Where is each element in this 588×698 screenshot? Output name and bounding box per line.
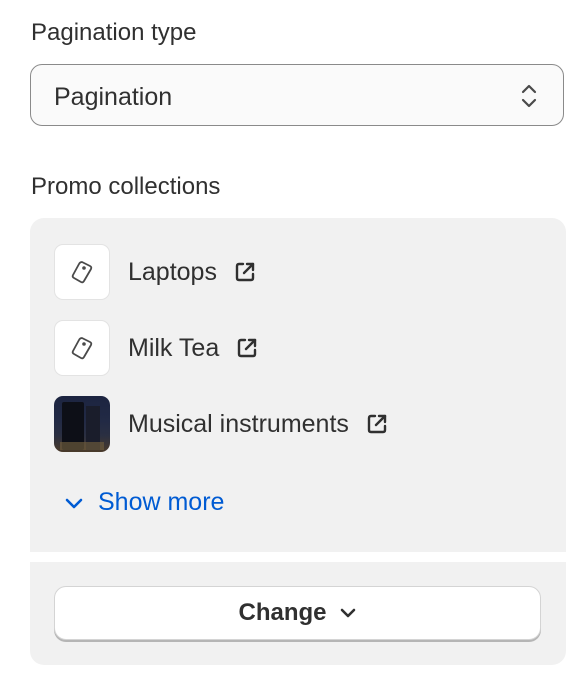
external-link-icon[interactable]: [233, 260, 257, 284]
settings-panel: Pagination type Pagination Promo collect…: [0, 0, 588, 698]
collection-item-musical-instruments[interactable]: Musical instruments: [54, 395, 389, 453]
show-more-label: Show more: [98, 488, 225, 516]
collection-item-milk-tea[interactable]: Milk Tea: [54, 319, 259, 377]
thumbnail-glow-shape: [60, 442, 104, 450]
collection-thumbnail: [54, 244, 110, 300]
chevron-down-icon: [65, 498, 83, 508]
promo-collections-label: Promo collections: [31, 173, 221, 200]
pagination-type-select[interactable]: Pagination: [30, 64, 564, 126]
external-link-icon[interactable]: [365, 412, 389, 436]
chevron-down-icon: [340, 608, 355, 618]
collection-thumbnail: [54, 320, 110, 376]
tag-icon: [71, 337, 93, 360]
promo-collections-card: Laptops Milk Tea Musical instruments Sho…: [30, 218, 566, 665]
select-arrows-icon: [521, 84, 537, 108]
show-more-button[interactable]: Show more: [64, 488, 224, 517]
collection-item-laptops[interactable]: Laptops: [54, 243, 257, 301]
collection-item-label: Milk Tea: [128, 333, 220, 362]
collection-item-label: Musical instruments: [128, 409, 349, 438]
tag-icon: [71, 261, 93, 284]
collection-item-label: Laptops: [128, 257, 217, 286]
pagination-type-value: Pagination: [54, 83, 173, 111]
external-link-icon[interactable]: [235, 336, 259, 360]
pagination-type-label: Pagination type: [31, 19, 197, 46]
change-button[interactable]: Change: [54, 586, 541, 640]
change-button-label: Change: [238, 599, 327, 626]
card-divider: [30, 552, 566, 562]
collection-thumbnail-image: [54, 396, 110, 452]
